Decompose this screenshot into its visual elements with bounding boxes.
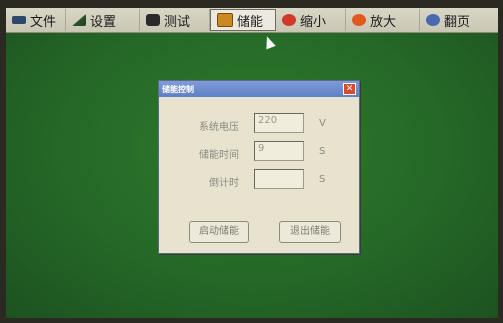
menu-item-file[interactable]: 文件 [6, 9, 66, 31]
menu-item-storage[interactable]: 储能 [210, 9, 276, 31]
menu-label: 测试 [164, 14, 191, 30]
settings-icon [72, 14, 86, 26]
countdown-field[interactable] [254, 169, 304, 189]
zoom-in-icon [352, 14, 366, 26]
menu-label: 文件 [30, 14, 57, 30]
unit-volt: V [319, 118, 326, 129]
storage-control-dialog: 储能控制 ✕ 系统电压 220 V 储能时间 9 S 倒计时 S 启动储能 退出… [158, 80, 360, 254]
dialog-title: 储能控制 [162, 84, 194, 94]
unit-second: S [319, 174, 326, 185]
menu-item-zoom-out[interactable]: 缩小 [276, 9, 346, 31]
menu-item-settings[interactable]: 设置 [66, 9, 140, 31]
menu-label: 缩小 [300, 14, 327, 30]
menu-label: 储能 [237, 14, 264, 30]
storage-icon [217, 13, 233, 27]
label-storage-time: 储能时间 [199, 150, 239, 161]
row-countdown: 倒计时 S [159, 169, 359, 191]
device-frame: 文件 设置 测试 储能 缩小 放大 翻页 储能控制 ✕ 系统电压 220 V 储… [0, 0, 503, 323]
start-storage-button[interactable]: 启动储能 [189, 221, 249, 243]
system-voltage-field[interactable]: 220 [254, 113, 304, 133]
label-system-voltage: 系统电压 [199, 122, 239, 133]
file-icon [12, 16, 26, 24]
menu-item-page[interactable]: 翻页 [420, 9, 498, 31]
mouse-cursor-icon [262, 34, 276, 50]
menu-item-test[interactable]: 测试 [140, 9, 210, 31]
menu-item-zoom-in[interactable]: 放大 [346, 9, 420, 31]
menu-label: 设置 [90, 14, 117, 30]
screen: 文件 设置 测试 储能 缩小 放大 翻页 储能控制 ✕ 系统电压 220 V 储… [6, 8, 498, 318]
label-countdown: 倒计时 [209, 178, 239, 189]
menu-label: 放大 [370, 14, 397, 30]
row-storage-time: 储能时间 9 S [159, 141, 359, 163]
close-icon[interactable]: ✕ [343, 83, 356, 95]
storage-time-field[interactable]: 9 [254, 141, 304, 161]
unit-second: S [319, 146, 326, 157]
zoom-out-icon [282, 14, 296, 26]
menu-bar: 文件 设置 测试 储能 缩小 放大 翻页 [6, 8, 498, 33]
dialog-titlebar[interactable]: 储能控制 ✕ [159, 81, 359, 97]
row-system-voltage: 系统电压 220 V [159, 113, 359, 135]
test-icon [146, 14, 160, 26]
page-icon [426, 14, 440, 26]
menu-label: 翻页 [444, 14, 471, 30]
exit-storage-button[interactable]: 退出储能 [279, 221, 341, 243]
